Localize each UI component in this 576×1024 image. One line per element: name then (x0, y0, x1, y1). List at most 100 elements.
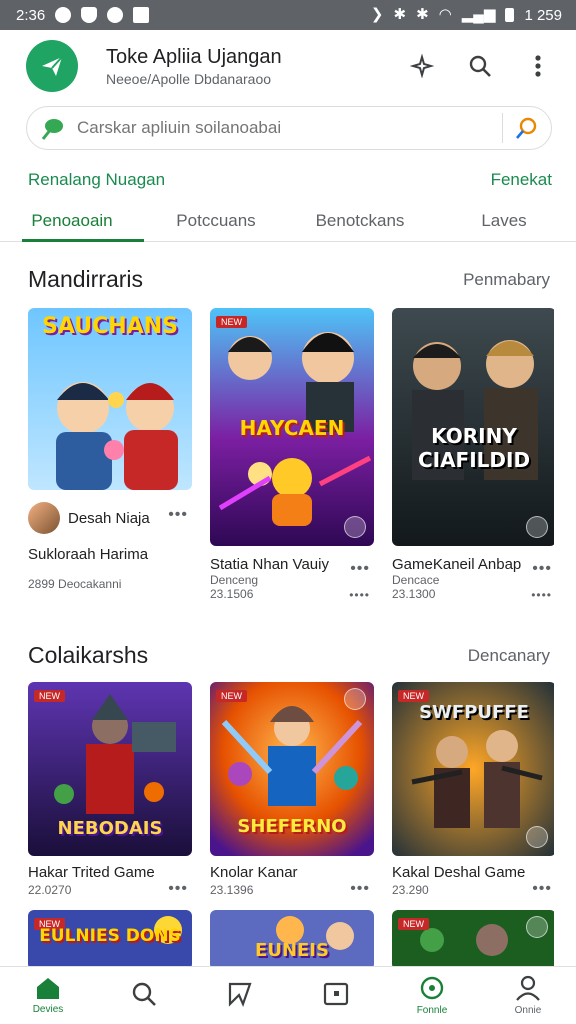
rating-dots-icon: •••• (531, 588, 552, 602)
section-2-title: Colaikarshs (28, 642, 149, 668)
message-icon (133, 7, 150, 23)
games-icon (420, 976, 444, 1000)
new-badge: NEW (398, 918, 429, 930)
game-card[interactable]: NEW SWFPUFFE Kakal Deshal Game 23.290 ••… (392, 682, 556, 897)
game-name: Hakar Trited Game (28, 864, 155, 881)
new-badge: NEW (34, 690, 65, 702)
install-icon[interactable] (526, 826, 548, 848)
rating-dots-icon: •••• (349, 588, 370, 602)
search-submit-icon[interactable] (515, 116, 539, 140)
game-art-title: SAUCHANS (42, 314, 178, 339)
nfc-icon: ❯ (370, 6, 384, 23)
game-card[interactable]: NEW (392, 910, 556, 970)
new-badge: NEW (398, 690, 429, 702)
section-2-header: Colaikarshs Dencanary (28, 642, 550, 669)
library-icon (323, 982, 349, 1005)
bookmark-icon (228, 982, 252, 1007)
notification-icon (55, 7, 72, 23)
tab-3[interactable]: Benotckans (288, 200, 432, 241)
search-bar[interactable] (26, 106, 552, 150)
more-options-icon[interactable]: ••• (350, 560, 370, 578)
game-artwork[interactable]: NEW EULNIES DONS (28, 910, 192, 970)
tab-2[interactable]: Potccuans (144, 200, 288, 241)
nav-home[interactable]: Devies (0, 967, 96, 1024)
game-artwork[interactable]: KORINY CIAFILDID (392, 308, 556, 546)
nav-games-label: Fonnle (416, 1005, 448, 1016)
more-options-icon[interactable]: ••• (532, 880, 552, 898)
app-subtitle: Neeoe/Apolle Dbdanaraoo (106, 71, 272, 87)
bluetooth-icon: ✱ (393, 6, 407, 23)
nav-games[interactable]: Fonnle (384, 967, 480, 1024)
more-options-icon[interactable]: ••• (168, 880, 188, 898)
game-artwork[interactable]: NEW (392, 910, 556, 970)
game-meta: 2899 Deocakanni (28, 577, 122, 591)
nav-profile-label: Onnie (514, 1005, 542, 1016)
game-name: Sukloraah Harima (28, 546, 149, 563)
status-clock: 1 259 (524, 6, 562, 24)
app-logo[interactable] (26, 40, 78, 92)
game-artwork[interactable]: NEW SWFPUFFE (392, 682, 556, 856)
more-options-icon[interactable]: ••• (350, 880, 370, 898)
game-card[interactable]: NEW SHEFERNO Knolar Kanar 23.1396 ••• (210, 682, 374, 897)
game-card[interactable]: NEW EULNIES DONS (28, 910, 192, 970)
profile-icon (516, 975, 540, 1001)
more-options-icon[interactable]: ••• (168, 506, 188, 524)
section-1-more-link[interactable]: Penmabary (463, 270, 550, 290)
nav-home-label: Devies (32, 1004, 64, 1015)
section-1-title: Mandirraris (28, 266, 144, 292)
game-artwork[interactable]: NEW SHEFERNO (210, 682, 374, 856)
nav-library[interactable] (288, 967, 384, 1024)
game-card[interactable]: KORINY CIAFILDID GameKaneil Anbap ••• De… (392, 308, 556, 602)
game-art-title: SHEFERNO (237, 816, 347, 837)
tab-1[interactable]: Penoaoain (0, 200, 144, 242)
game-art-title: EULNIES DONS (39, 926, 181, 946)
game-card[interactable]: NEW HAYCAEN Statia Nhan Vauiy ••• Dencen… (210, 308, 374, 602)
game-art-title: KORINY CIAFILDID (417, 424, 531, 472)
game-artwork[interactable]: NEW HAYCAEN (210, 308, 374, 546)
developer-avatar (28, 502, 60, 534)
developer-row: Desah Niaja ••• (28, 502, 192, 534)
app-title: Toke Apliia Ujangan (106, 46, 282, 68)
promo-row: Renalang Nuagan Fenekat (28, 170, 552, 190)
search-input[interactable] (77, 118, 490, 138)
tab-4[interactable]: Laves (432, 200, 576, 241)
promo-link[interactable]: Renalang Nuagan (28, 170, 165, 190)
new-badge: NEW (216, 690, 247, 702)
game-card[interactable]: EUNEIS (210, 910, 374, 970)
nav-profile[interactable]: Onnie (480, 967, 576, 1024)
game-artwork[interactable]: NEW NEBODAIS (28, 682, 192, 856)
new-badge: NEW (216, 316, 247, 328)
paper-plane-icon (42, 56, 63, 76)
promo-action[interactable]: Fenekat (491, 170, 552, 190)
game-artwork[interactable]: SAUCHANS (28, 308, 192, 490)
favorite-icon[interactable] (344, 688, 366, 710)
sparkle-button[interactable] (408, 52, 436, 80)
category-tabs: Penoaoain Potccuans Benotckans Laves (0, 200, 576, 242)
game-artwork[interactable]: EUNEIS (210, 910, 374, 970)
leaf-icon (41, 119, 63, 140)
battery-icon (505, 8, 515, 22)
bluetooth-icon-2: ✱ (416, 6, 429, 23)
nav-bookmarks[interactable] (192, 967, 288, 1024)
install-icon[interactable] (526, 516, 548, 538)
search-button[interactable] (466, 52, 494, 80)
status-time: 2:36 (16, 6, 46, 24)
game-name: Kakal Deshal Game (392, 864, 526, 881)
app-notification-icon (107, 7, 124, 23)
more-vert-icon (535, 55, 541, 77)
game-card[interactable]: SAUCHANS Desah Niaja ••• Sukloraah Harim… (28, 308, 192, 591)
game-card[interactable]: NEW NEBODAIS Hakar Trited Game 22.0270 •… (28, 682, 192, 897)
search-divider (502, 113, 503, 143)
install-icon[interactable] (344, 516, 366, 538)
nav-search[interactable] (96, 967, 192, 1024)
game-name: Knolar Kanar (210, 864, 298, 881)
status-bar: 2:36 ❯ ✱ ✱ ◠ ▂▄▆ 1 259 (0, 0, 576, 30)
more-options-icon[interactable]: ••• (532, 560, 552, 578)
bottom-navigation: Devies Fonnle Onnie (0, 966, 576, 1024)
section-2-more-link[interactable]: Dencanary (468, 646, 550, 666)
app-bar: Toke Apliia Ujangan Neeoe/Apolle Dbdanar… (0, 30, 576, 102)
more-options-button[interactable] (524, 52, 552, 80)
install-icon[interactable] (526, 916, 548, 938)
developer-name: Desah Niaja (68, 509, 150, 527)
section-1-header: Mandirraris Penmabary (28, 266, 550, 293)
